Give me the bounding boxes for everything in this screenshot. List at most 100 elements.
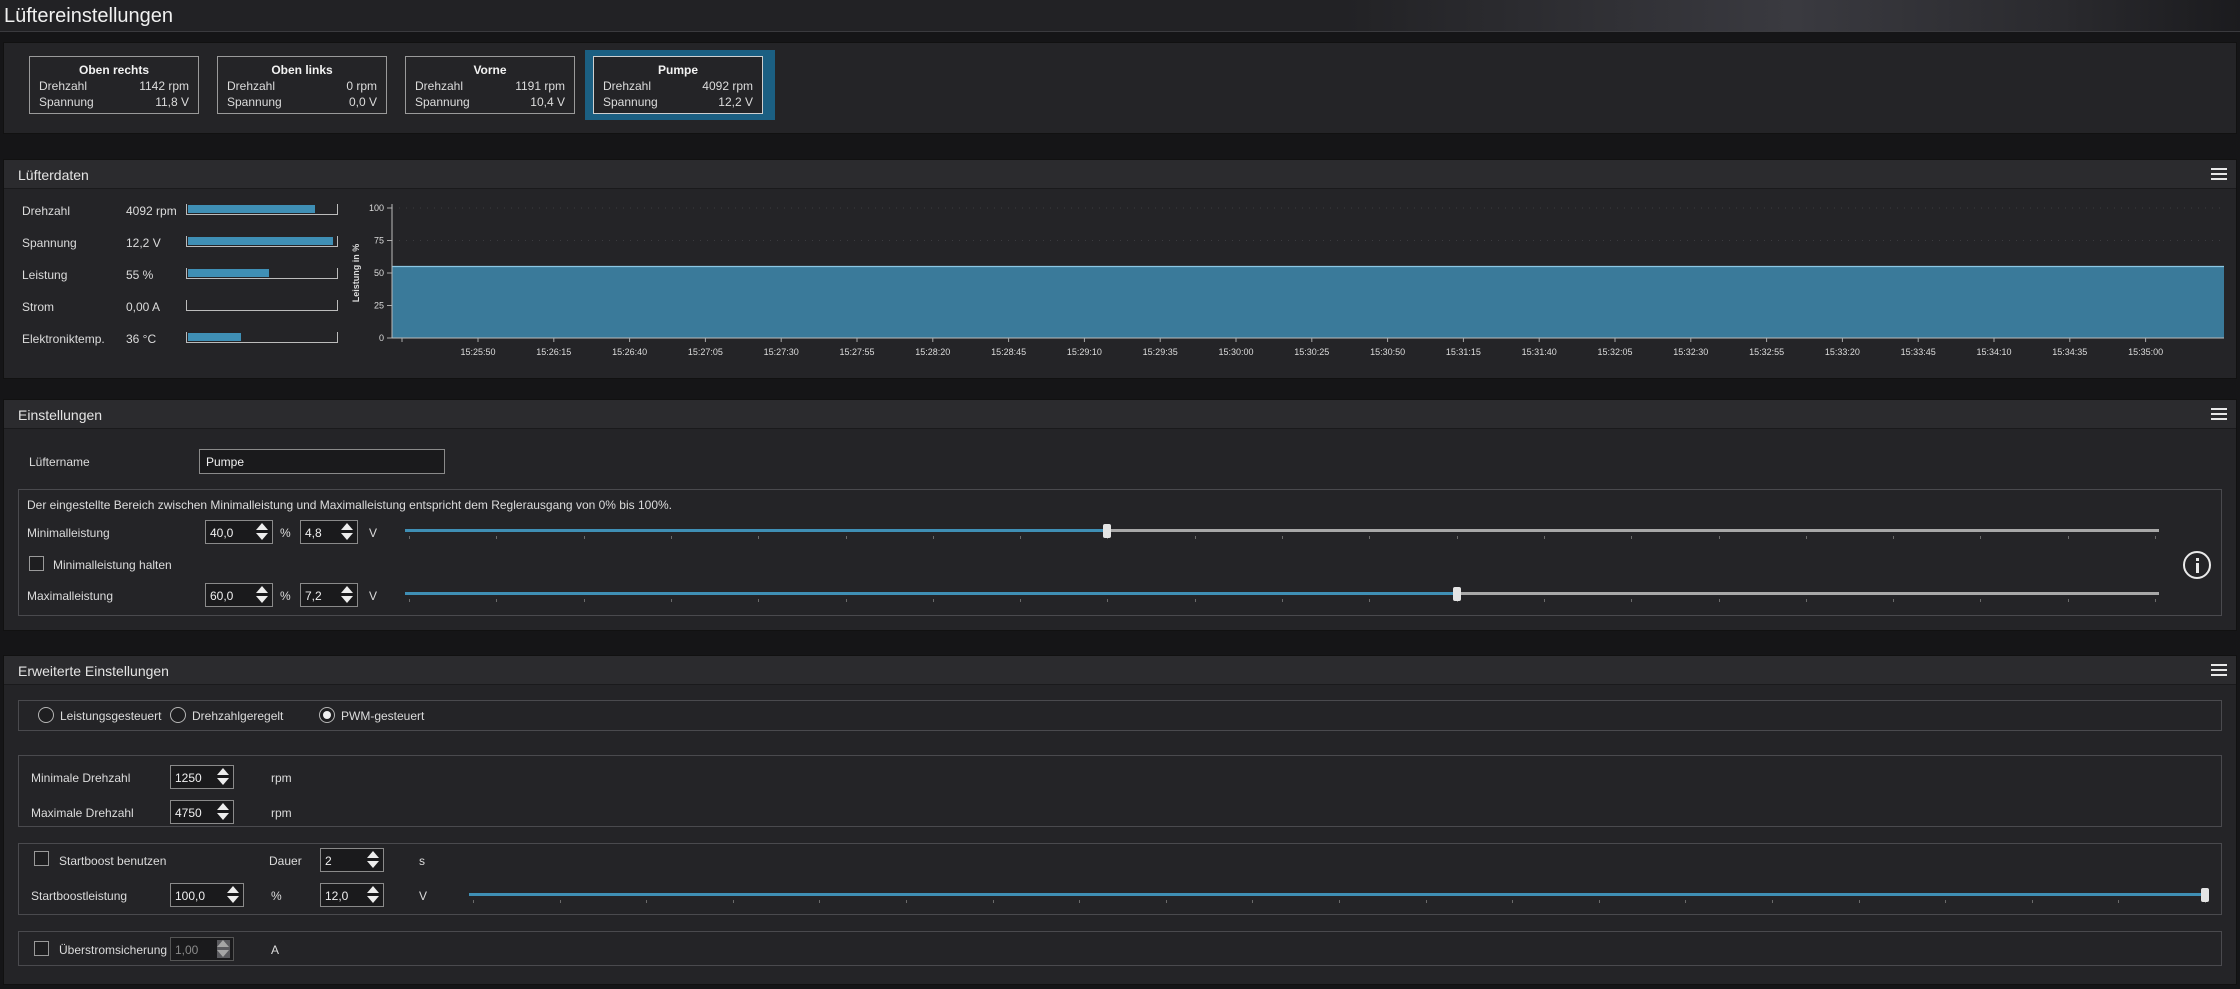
settings-header: Einstellungen (4, 400, 2236, 429)
startboost-volt-value: 12,0 (325, 889, 349, 903)
fan-card-pumpe[interactable]: Pumpe Drehzahl 4092 rpm Spannung 12,2 V (593, 56, 763, 114)
fan-card-volt: 11,8 V (155, 95, 189, 109)
fan-card-oben-rechts[interactable]: Oben rechts Drehzahl 1142 rpm Spannung 11,… (29, 56, 199, 114)
fan-card-volt-label: Spannung (227, 95, 282, 109)
min-power-volt-stepper[interactable]: 4,8 (300, 520, 358, 544)
fan-data-header: Lüfterdaten (4, 160, 2236, 189)
data-bar-voltage (186, 236, 338, 247)
startboost-checkbox[interactable] (34, 851, 49, 866)
chart-y-tick-label: 0 (379, 333, 384, 343)
startboost-volt-stepper[interactable]: 12,0 (320, 883, 384, 907)
fan-card-volt: 12,2 V (718, 95, 753, 109)
fan-card-oben-links[interactable]: Oben links Drehzahl 0 rpm Spannung 0,0 V (217, 56, 387, 114)
data-label-temperature: Elektroniktemp. (22, 332, 105, 346)
chart-x-tick-label: 15:31:15 (1446, 347, 1481, 357)
info-icon[interactable] (2183, 551, 2211, 579)
title-bar: Lüftereinstellungen (0, 0, 2240, 32)
fan-card-rpm: 1191 rpm (515, 79, 565, 93)
startboost-label: Startboost benutzen (59, 854, 167, 868)
overcurrent-value: 1,00 (175, 943, 199, 957)
window-title: Lüftereinstellungen (4, 5, 174, 27)
min-power-percent-stepper[interactable]: 40,0 (205, 520, 273, 544)
fan-card-rpm: 4092 rpm (702, 79, 753, 93)
slider-thumb[interactable] (2201, 888, 2209, 902)
chart-x-tick-label: 15:34:35 (2052, 347, 2087, 357)
fan-card-volt-label: Spannung (39, 95, 94, 109)
overcurrent-label: Überstromsicherung (59, 943, 168, 957)
fan-card-volt-label: Spannung (603, 95, 658, 109)
fan-card-name: Vorne (473, 63, 507, 77)
mode-radio-rpm[interactable] (170, 707, 186, 723)
duration-stepper[interactable]: 2 (320, 848, 384, 872)
data-value-current: 0,00 A (126, 300, 161, 314)
max-power-volt-stepper[interactable]: 7,2 (300, 583, 358, 607)
chart-y-tick-label: 50 (374, 268, 384, 278)
max-power-percent-value: 60,0 (210, 589, 234, 603)
stepper-arrows-icon[interactable] (341, 523, 354, 541)
min-rpm-stepper[interactable]: 1250 (170, 765, 234, 789)
duration-value: 2 (325, 854, 332, 868)
stepper-arrows-icon[interactable] (367, 886, 380, 904)
hamburger-menu-icon[interactable] (2211, 168, 2227, 181)
fan-card-name: Oben rechts (78, 63, 150, 77)
fan-card-volt: 0,0 V (348, 95, 377, 109)
data-value-temperature: 36 °C (126, 332, 157, 346)
min-power-slider[interactable] (405, 522, 2159, 540)
data-bar-current (186, 300, 338, 311)
hamburger-menu-icon[interactable] (2211, 408, 2227, 421)
startboost-power-label: Startboostleistung (31, 889, 128, 903)
chart-x-tick-label: 15:30:25 (1294, 347, 1329, 357)
data-label-rpm: Drehzahl (22, 204, 71, 218)
slider-thumb[interactable] (1103, 524, 1111, 538)
mode-label-pwm: PWM-gesteuert (341, 709, 425, 723)
overcurrent-stepper: 1,00 (170, 937, 234, 961)
max-power-slider[interactable] (405, 585, 2159, 603)
range-note: Der eingestellte Bereich zwischen Minima… (27, 498, 672, 512)
stepper-arrows-icon[interactable] (256, 523, 269, 541)
startboost-volt-unit: V (419, 889, 428, 903)
chart-x-tick-label: 15:32:55 (1749, 347, 1784, 357)
slider-thumb[interactable] (1453, 587, 1461, 601)
chart-series-area (392, 266, 2224, 338)
data-bar-fill (188, 205, 315, 213)
fan-card-vorne[interactable]: Vorne Drehzahl 1191 rpm Spannung 10,4 V (405, 56, 575, 114)
startboost-percent-stepper[interactable]: 100,0 (170, 883, 244, 907)
mode-label-power: Leistungsgesteuert (60, 709, 162, 723)
chart-x-tick-label: 15:27:30 (764, 347, 799, 357)
max-power-volt-value: 7,2 (305, 589, 322, 603)
max-rpm-label: Maximale Drehzahl (31, 806, 134, 820)
chart-x-tick-label: 15:29:35 (1143, 347, 1178, 357)
stepper-arrows-icon[interactable] (227, 886, 240, 904)
stepper-arrows-icon[interactable] (217, 768, 230, 786)
rpm-range-group: Minimale Drehzahl 1250 rpm Maximale Dreh… (18, 755, 2222, 827)
hamburger-menu-icon[interactable] (2211, 664, 2227, 677)
max-power-percent-stepper[interactable]: 60,0 (205, 583, 273, 607)
hold-min-power-checkbox[interactable] (29, 556, 44, 571)
chart-x-tick-label: 15:30:50 (1370, 347, 1405, 357)
min-power-percent-unit: % (280, 526, 291, 540)
min-rpm-label: Minimale Drehzahl (31, 771, 131, 785)
fan-name-input[interactable]: Pumpe (199, 449, 445, 474)
stepper-arrows-icon[interactable] (217, 803, 230, 821)
chart-x-tick-label: 15:33:20 (1825, 347, 1860, 357)
min-power-percent-value: 40,0 (210, 526, 234, 540)
stepper-arrows-icon[interactable] (341, 586, 354, 604)
chart-x-tick-label: 15:29:10 (1067, 347, 1102, 357)
max-rpm-value: 4750 (175, 806, 202, 820)
stepper-arrows-icon[interactable] (367, 851, 380, 869)
stepper-arrows-icon[interactable] (256, 586, 269, 604)
settings-title: Einstellungen (18, 407, 103, 423)
chart-x-tick-label: 15:35:00 (2128, 347, 2163, 357)
chart-x-tick-label: 15:25:50 (460, 347, 495, 357)
fan-card-rpm-label: Drehzahl (39, 79, 88, 93)
overcurrent-checkbox[interactable] (34, 941, 49, 956)
max-power-label: Maximalleistung (27, 589, 114, 603)
hold-min-power-label: Minimalleistung halten (53, 558, 172, 572)
data-bar-fill (188, 237, 333, 245)
startboost-slider[interactable] (469, 886, 2209, 904)
fan-data-panel: Lüfterdaten Drehzahl 4092 rpm Spannung 1… (3, 159, 2237, 379)
mode-radio-pwm[interactable] (319, 707, 335, 723)
mode-radio-power[interactable] (38, 707, 54, 723)
max-rpm-stepper[interactable]: 4750 (170, 800, 234, 824)
fan-card-volt: 10,4 V (530, 95, 565, 109)
